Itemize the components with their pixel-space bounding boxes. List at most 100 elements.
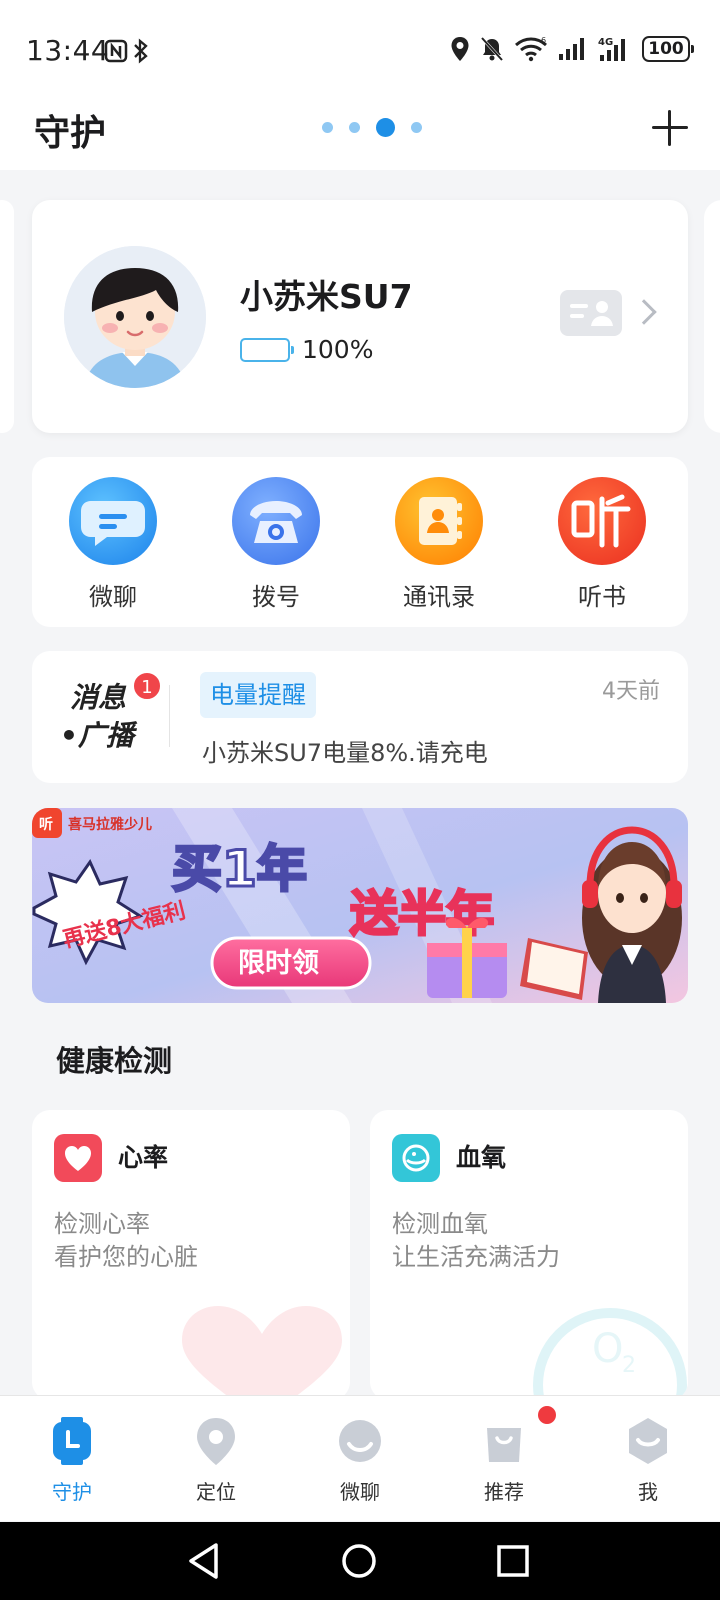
message-body: 小苏米SU7电量8%.请充电 xyxy=(202,739,488,767)
tab-label: 定位 xyxy=(196,1480,236,1504)
recents-square-icon[interactable] xyxy=(496,1544,530,1578)
status-time: 13:44 xyxy=(26,34,110,67)
tab-recommend[interactable]: 推荐 xyxy=(454,1416,554,1505)
page-dot-active[interactable] xyxy=(376,118,395,137)
promo-banner[interactable]: 听 喜马拉雅少儿 再送8大福利 买1年 送半年 限时领 xyxy=(32,808,688,1003)
heart-icon xyxy=(54,1134,102,1182)
status-right-icons: 6 4G 100 xyxy=(450,36,694,62)
health-desc-line: 检测心率 xyxy=(54,1210,150,1238)
signal-icon xyxy=(559,38,584,60)
headline-2: 送半年 xyxy=(350,886,494,942)
id-card-icon[interactable] xyxy=(560,290,622,336)
tab-chat[interactable]: 微聊 xyxy=(310,1416,410,1505)
location-icon xyxy=(451,37,469,61)
add-device-button[interactable] xyxy=(652,110,688,146)
health-card-blood-oxygen[interactable]: 血氧 检测血氧 让生活充满活力 O2 xyxy=(370,1110,688,1400)
notification-dot xyxy=(538,1406,556,1424)
tab-location[interactable]: 定位 xyxy=(166,1416,266,1505)
message-broadcast-title: 消息 •广播 xyxy=(60,679,134,755)
health-desc-line: 看护您的心脏 xyxy=(54,1243,198,1271)
message-broadcast-card[interactable]: 消息 •广播 1 电量提醒 4天前 小苏米SU7电量8%.请充电 xyxy=(32,651,688,783)
tab-guard[interactable]: 守护 xyxy=(22,1416,122,1505)
quick-action-contacts[interactable]: 通讯录 xyxy=(379,477,499,612)
banner-cta[interactable]: 限时领 xyxy=(238,948,319,979)
device-card[interactable]: 小苏米SU7 100% xyxy=(32,200,688,433)
location-pin-icon xyxy=(193,1416,239,1466)
status-battery-icon: 100 xyxy=(642,36,694,62)
quick-action-label: 拨号 xyxy=(252,583,300,611)
headline-1: 买1年 xyxy=(172,840,307,898)
svg-text:O: O xyxy=(592,1326,623,1372)
previous-device-card[interactable] xyxy=(0,200,14,433)
health-card-heart-rate[interactable]: 心率 检测心率 看护您的心脏 xyxy=(32,1110,350,1400)
audiobook-icon xyxy=(558,477,646,565)
page-dot[interactable] xyxy=(411,122,422,133)
health-desc-line: 让生活充满活力 xyxy=(392,1243,560,1271)
home-circle-icon[interactable] xyxy=(340,1542,378,1580)
svg-text:2: 2 xyxy=(622,1353,636,1378)
status-bar: 13:44 6 4G 100 xyxy=(0,0,720,100)
quick-action-chat[interactable]: 微聊 xyxy=(53,477,173,612)
shopping-bag-icon xyxy=(481,1416,527,1466)
oxygen-icon xyxy=(392,1134,440,1182)
mute-bell-icon xyxy=(480,36,504,62)
chat-bubble-icon xyxy=(337,1416,383,1466)
telephone-icon xyxy=(232,477,320,565)
status-left-icons xyxy=(104,38,150,64)
bluetooth-icon xyxy=(134,38,148,64)
health-item-desc: 检测血氧 让生活充满活力 xyxy=(392,1208,560,1274)
promo-banner-art: 听 喜马拉雅少儿 再送8大福利 买1年 送半年 限时领 xyxy=(32,808,688,1003)
contacts-book-icon xyxy=(395,477,483,565)
quick-action-audiobook[interactable]: 听书 xyxy=(542,477,662,612)
health-item-desc: 检测心率 看护您的心脏 xyxy=(54,1208,198,1274)
battery-percent: 100% xyxy=(302,335,374,364)
heart-decoration-icon xyxy=(182,1306,342,1400)
health-item-name: 血氧 xyxy=(456,1143,507,1172)
chat-icon xyxy=(69,477,157,565)
page-dot[interactable] xyxy=(349,122,360,133)
message-time: 4天前 xyxy=(602,679,660,704)
page-title: 守护 xyxy=(34,113,107,154)
quick-actions: 微聊 拨号 通讯录 听书 xyxy=(32,457,688,627)
message-title-line2: •广播 xyxy=(60,719,134,752)
svg-text:4G: 4G xyxy=(598,37,613,48)
tab-label: 守护 xyxy=(52,1480,92,1504)
tab-label: 推荐 xyxy=(484,1480,524,1504)
quick-action-label: 微聊 xyxy=(89,583,137,611)
quick-action-label: 通讯录 xyxy=(403,583,475,611)
tab-label: 我 xyxy=(638,1480,658,1504)
health-item-name: 心率 xyxy=(118,1143,169,1172)
unread-badge: 1 xyxy=(132,671,162,701)
signal-4g-icon: 4G xyxy=(598,37,625,61)
brand-text: 喜马拉雅少儿 xyxy=(68,816,152,833)
bottom-tab-bar: 守护 定位 微聊 推荐 我 xyxy=(0,1395,720,1521)
quick-action-label: 听书 xyxy=(578,583,626,611)
profile-icon xyxy=(625,1416,671,1466)
section-title-health: 健康检测 xyxy=(56,1044,173,1078)
tab-me[interactable]: 我 xyxy=(598,1416,698,1505)
page-indicator xyxy=(322,118,422,137)
tab-label: 微聊 xyxy=(340,1480,380,1504)
next-device-card[interactable] xyxy=(704,200,720,433)
health-desc-line: 检测血氧 xyxy=(392,1210,488,1238)
message-tag: 电量提醒 xyxy=(200,672,316,718)
page-dot[interactable] xyxy=(322,122,333,133)
watch-icon xyxy=(49,1416,95,1466)
back-triangle-icon[interactable] xyxy=(186,1542,222,1580)
wifi-icon: 6 xyxy=(515,36,547,62)
message-title-line1: 消息 xyxy=(70,681,127,714)
chevron-right-icon[interactable] xyxy=(631,299,657,325)
header: 守护 xyxy=(0,100,720,170)
nfc-icon xyxy=(104,39,128,63)
o2-decoration-icon: O2 xyxy=(533,1308,687,1400)
svg-text:6: 6 xyxy=(541,36,546,45)
battery-icon xyxy=(240,337,294,362)
child-avatar-icon xyxy=(64,246,206,388)
quick-action-dial[interactable]: 拨号 xyxy=(216,477,336,612)
avatar xyxy=(64,246,206,388)
svg-text:听: 听 xyxy=(39,816,53,833)
divider xyxy=(169,685,170,747)
system-nav-bar xyxy=(0,1522,720,1600)
device-name: 小苏米SU7 xyxy=(240,277,413,316)
device-battery: 100% xyxy=(240,335,373,364)
